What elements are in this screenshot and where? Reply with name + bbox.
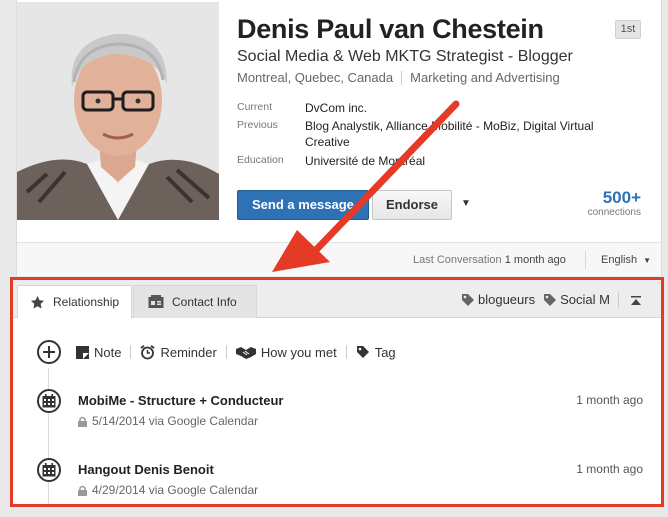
divider (225, 345, 227, 359)
previous-positions-row: Previous Blog Analystik, Alliance Mobili… (237, 118, 635, 150)
previous-label: Previous (237, 119, 278, 131)
relationship-panel: Relationship Contact Info blogueurs Soci… (10, 277, 664, 507)
more-actions-caret-icon[interactable]: ▼ (461, 198, 471, 209)
divider (345, 345, 347, 359)
lock-icon (78, 485, 87, 496)
tag-icon (544, 293, 557, 306)
tag-item[interactable]: blogueurs (461, 292, 535, 307)
contact-card-icon (148, 295, 164, 309)
profile-industry[interactable]: Marketing and Advertising (410, 70, 560, 85)
connections-label: connections (587, 207, 641, 218)
education-value[interactable]: Université de Montréal (305, 153, 635, 169)
connections-number: 500+ (602, 188, 641, 207)
divider (585, 251, 586, 269)
entry-title[interactable]: Hangout Denis Benoit (78, 462, 214, 477)
entry-title[interactable]: MobiMe - Structure + Conducteur (78, 393, 283, 408)
tab-label: Relationship (53, 295, 120, 309)
entry-timestamp: 1 month ago (576, 462, 643, 476)
divider (401, 71, 403, 85)
last-conversation-label: Last Conversation (413, 254, 502, 266)
star-icon (30, 295, 45, 310)
action-label: Reminder (160, 344, 217, 360)
current-label: Current (237, 101, 273, 113)
tag-icon (356, 346, 369, 358)
entry-meta: 4/29/2014 via Google Calendar (78, 483, 258, 497)
timeline-entry[interactable]: MobiMe - Structure + Conducteur 1 month … (37, 389, 643, 439)
profile-headline: Social Media & Web MKTG Strategist - Blo… (237, 48, 573, 65)
relationship-tab-bar: Relationship Contact Info blogueurs Soci… (13, 280, 661, 318)
entry-meta-text: 5/14/2014 via Google Calendar (92, 414, 259, 428)
previous-value[interactable]: Blog Analystik, Alliance Mobilité - MoBi… (305, 118, 635, 150)
lock-icon (78, 416, 87, 427)
divider (618, 292, 619, 308)
profile-card: Denis Paul van Chestein 1st Social Media… (16, 0, 662, 276)
entry-timestamp: 1 month ago (576, 393, 643, 407)
tag-icon (462, 293, 474, 306)
entry-meta-text: 4/29/2014 via Google Calendar (92, 483, 259, 497)
chevron-down-icon: ▼ (643, 256, 652, 265)
calendar-icon (37, 389, 61, 413)
profile-footer-strip: Last Conversation 1 month ago English ▼ (17, 242, 661, 276)
action-label: Note (94, 344, 122, 360)
profile-photo[interactable] (17, 2, 219, 220)
send-message-button[interactable]: Send a message (237, 190, 369, 220)
language-selector[interactable]: English ▼ (601, 254, 651, 266)
tags-list: blogueurs Social M (461, 292, 621, 307)
tag-label: Social M (560, 292, 610, 307)
relationship-actions: Note Reminder How you met Tag (37, 340, 396, 364)
tab-relationship[interactable]: Relationship (17, 285, 132, 318)
add-note-button[interactable]: Note (76, 345, 121, 360)
location-industry-line: Montreal, Quebec, Canada Marketing and A… (237, 70, 560, 85)
action-label: Tag (374, 344, 396, 360)
connection-degree-badge: 1st (615, 20, 641, 39)
current-position-row: Current DvCom inc. (237, 100, 635, 116)
timeline-entry[interactable]: Hangout Denis Benoit 1 month ago 4/29/20… (37, 458, 643, 504)
entry-meta: 5/14/2014 via Google Calendar (78, 414, 258, 428)
collapse-panel-icon[interactable] (629, 294, 643, 308)
language-label: English (601, 254, 638, 266)
add-reminder-button[interactable]: Reminder (140, 344, 217, 360)
last-conversation[interactable]: Last Conversation 1 month ago (413, 254, 566, 266)
profile-location[interactable]: Montreal, Quebec, Canada (237, 70, 393, 85)
how-you-met-button[interactable]: How you met (235, 344, 337, 360)
divider (130, 345, 132, 359)
action-label: How you met (260, 344, 337, 360)
handshake-icon (235, 346, 256, 359)
calendar-icon (37, 458, 61, 482)
profile-name: Denis Paul van Chestein (237, 14, 544, 44)
add-tag-button[interactable]: Tag (356, 345, 396, 360)
last-conversation-value: 1 month ago (504, 254, 566, 266)
tab-contact-info[interactable]: Contact Info (133, 285, 257, 318)
add-icon[interactable] (37, 340, 61, 364)
connections-count[interactable]: 500+ connections (588, 188, 641, 218)
education-row: Education Université de Montréal (237, 153, 635, 169)
tag-label: blogueurs (478, 292, 536, 307)
current-value[interactable]: DvCom inc. (305, 100, 635, 116)
alarm-clock-icon (140, 344, 156, 359)
tag-item[interactable]: Social M (543, 292, 610, 307)
education-label: Education (237, 154, 284, 166)
endorse-button[interactable]: Endorse (372, 190, 452, 220)
tab-label: Contact Info (172, 295, 237, 309)
note-icon (76, 345, 89, 359)
